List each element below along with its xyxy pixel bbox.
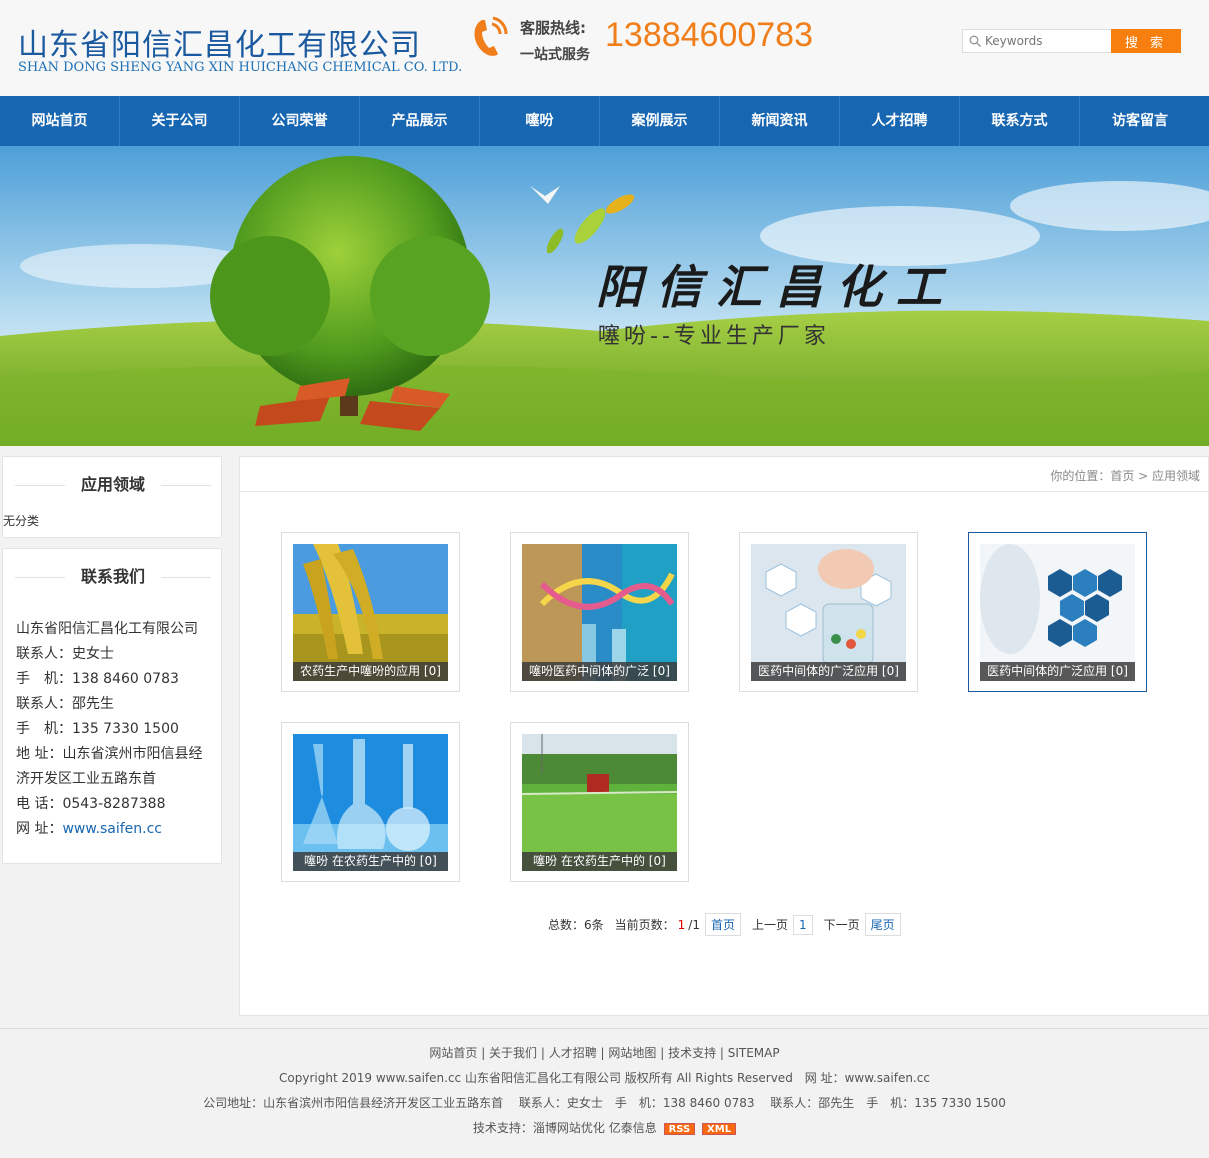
nav-item-guestbook[interactable]: 访客留言: [1080, 96, 1200, 146]
nav-item-products[interactable]: 产品展示: [360, 96, 480, 146]
rss-badge[interactable]: RSS: [663, 1122, 696, 1135]
sidebar-category-item[interactable]: 无分类: [3, 512, 39, 529]
article-card[interactable]: 农药生产中噻吩的应用 [0]: [281, 532, 460, 692]
article-thumbnail[interactable]: [980, 544, 1135, 681]
pager-next-button[interactable]: 下一页: [824, 916, 860, 933]
contact-address-2: 济开发区工业五路东首: [16, 771, 156, 787]
article-thumbnail[interactable]: [522, 734, 677, 871]
pager-total-pages: /1: [688, 917, 700, 932]
article-thumbnail[interactable]: [293, 544, 448, 681]
xml-badge[interactable]: XML: [702, 1122, 737, 1135]
article-card[interactable]: 噻吩医药中间体的广泛 [0]: [510, 532, 689, 692]
pager-total: 总数：6条: [548, 918, 604, 932]
contact-person-2: 联系人：邵先生: [16, 696, 114, 712]
article-thumbnail[interactable]: [522, 544, 677, 681]
search-box: [962, 29, 1112, 53]
main-content: 你的位置：首页 > 应用领域 农药生产中噻吩的应用 [0] 噻吩医药中间体的广泛…: [239, 456, 1209, 1016]
article-caption[interactable]: 噻吩 在农药生产中的 [0]: [293, 852, 448, 871]
contact-address-1: 地 址：山东省滨州市阳信县经: [16, 746, 203, 762]
nav-item-home[interactable]: 网站首页: [0, 96, 120, 146]
footer-tech-support[interactable]: 技术支持：淄博网站优化 亿泰信息: [473, 1121, 657, 1135]
contact-website-label: 网 址：: [16, 821, 63, 837]
footer-tech: 技术支持：淄博网站优化 亿泰信息 RSS XML: [0, 1119, 1209, 1136]
pager-first-button[interactable]: 首页: [704, 913, 741, 936]
contact-website-link[interactable]: www.saifen.cc: [62, 821, 162, 837]
company-logo-name[interactable]: 山东省阳信汇昌化工有限公司: [18, 20, 421, 64]
contact-mobile-1: 手 机：138 8460 0783: [16, 671, 179, 687]
nav-item-honors[interactable]: 公司荣誉: [240, 96, 360, 146]
article-caption[interactable]: 农药生产中噻吩的应用 [0]: [293, 662, 448, 681]
contact-website: 网 址：www.saifen.cc: [16, 817, 216, 842]
nav-item-cases[interactable]: 案例展示: [600, 96, 720, 146]
nav-item-jobs[interactable]: 人才招聘: [840, 96, 960, 146]
nav-item-contact[interactable]: 联系方式: [960, 96, 1080, 146]
contact-company: 山东省阳信汇昌化工有限公司: [16, 621, 198, 637]
header: 山东省阳信汇昌化工有限公司 SHAN DONG SHENG YANG XIN H…: [0, 0, 1209, 96]
nav-item-thiophene[interactable]: 噻吩: [480, 96, 600, 146]
footer-copyright: Copyright 2019 www.saifen.cc 山东省阳信汇昌化工有限…: [279, 1071, 930, 1085]
pager-prev-button[interactable]: 上一页: [752, 916, 788, 933]
article-card[interactable]: 医药中间体的广泛应用 [0]: [968, 532, 1147, 692]
article-caption[interactable]: 医药中间体的广泛应用 [0]: [751, 662, 906, 681]
pager-current-page: 1: [677, 917, 686, 932]
divider: [161, 577, 211, 578]
divider: [161, 485, 211, 486]
contact-mobile-2: 手 机：135 7330 1500: [16, 721, 179, 737]
search-input[interactable]: [985, 32, 1109, 50]
search-button[interactable]: 搜 索: [1111, 29, 1181, 53]
banner-subtitle: 噻吩--专业生产厂家: [598, 324, 830, 349]
sidebar-contact: 联系我们 山东省阳信汇昌化工有限公司 联系人：史女士 手 机：138 8460 …: [2, 548, 222, 864]
article-thumbnail[interactable]: [751, 544, 906, 681]
footer-address: 公司地址：山东省滨州市阳信县经济开发区工业五路东首 联系人：史女士 手 机：13…: [203, 1096, 1006, 1110]
article-card[interactable]: 医药中间体的广泛应用 [0]: [739, 532, 918, 692]
pager-last-button[interactable]: 尾页: [864, 913, 901, 936]
hotline-subtitle: 一站式服务: [520, 47, 590, 63]
pagination: 总数：6条 当前页数： 1 /1 首页 上一页 1 下一页 尾页: [548, 913, 904, 936]
banner-title: 阳信汇昌化工: [596, 260, 956, 314]
article-caption[interactable]: 医药中间体的广泛应用 [0]: [980, 662, 1135, 681]
company-logo-english: SHAN DONG SHENG YANG XIN HUICHANG CHEMIC…: [18, 60, 463, 75]
hotline-number: 13884600783: [605, 16, 814, 54]
main-nav: 网站首页 关于公司 公司荣誉 产品展示 噻吩 案例展示 新闻资讯 人才招聘 联系…: [0, 96, 1209, 146]
contact-info: 山东省阳信汇昌化工有限公司 联系人：史女士 手 机：138 8460 0783 …: [16, 617, 216, 842]
breadcrumb[interactable]: 你的位置：首页 > 应用领域: [1050, 467, 1200, 484]
contact-person-1: 联系人：史女士: [16, 646, 114, 662]
article-thumbnail[interactable]: [293, 734, 448, 871]
pager-page-1[interactable]: 1: [793, 914, 813, 935]
breadcrumb-bar: 你的位置：首页 > 应用领域: [240, 457, 1208, 492]
footer: 网站首页 | 关于我们 | 人才招聘 | 网站地图 | 技术支持 | SITEM…: [0, 1028, 1209, 1158]
article-caption[interactable]: 噻吩医药中间体的广泛 [0]: [522, 662, 677, 681]
banner: 阳信汇昌化工 噻吩--专业生产厂家: [0, 146, 1209, 446]
article-card[interactable]: 噻吩 在农药生产中的 [0]: [281, 722, 460, 882]
phone-icon: [474, 16, 508, 56]
sidebar-categories: 应用领域 无分类: [2, 456, 222, 538]
hotline-label: 客服热线:: [520, 19, 586, 37]
pager-current-label: 当前页数：: [614, 918, 675, 932]
nav-item-about[interactable]: 关于公司: [120, 96, 240, 146]
search-icon: [969, 35, 981, 47]
contact-phone: 电 话：0543-8287388: [16, 796, 166, 812]
article-card[interactable]: 噻吩 在农药生产中的 [0]: [510, 722, 689, 882]
nav-item-news[interactable]: 新闻资讯: [720, 96, 840, 146]
footer-links[interactable]: 网站首页 | 关于我们 | 人才招聘 | 网站地图 | 技术支持 | SITEM…: [0, 1044, 1209, 1061]
article-caption[interactable]: 噻吩 在农药生产中的 [0]: [522, 852, 677, 871]
